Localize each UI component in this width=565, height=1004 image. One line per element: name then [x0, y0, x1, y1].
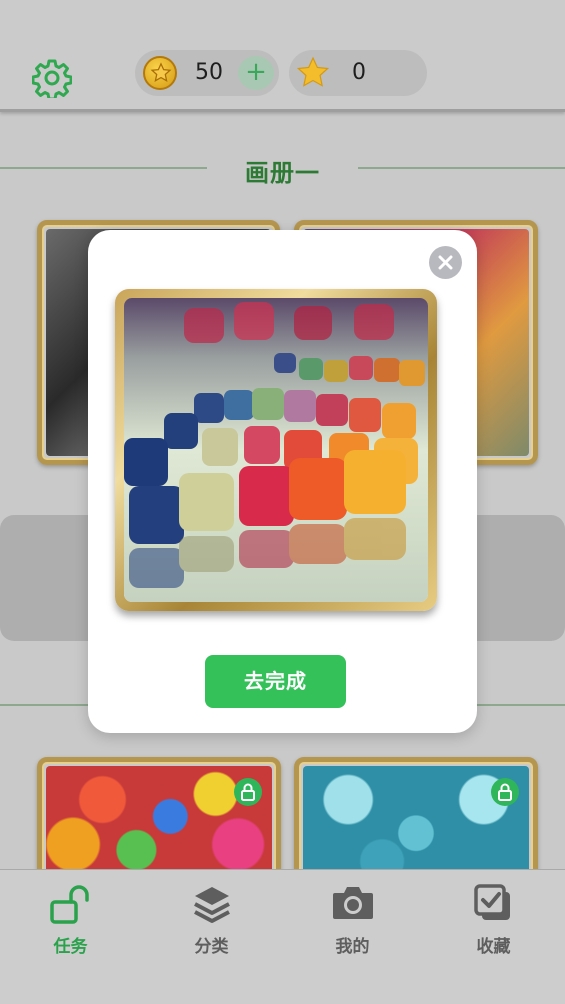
image-frame: [115, 289, 437, 611]
tab-favorites-label: 收藏: [476, 937, 511, 957]
tab-categories[interactable]: 分类: [141, 870, 282, 970]
layers-icon: [192, 884, 232, 931]
star-count: 0: [352, 60, 366, 85]
rainbow-gummy-bears-image: [124, 298, 428, 602]
star-counter: 0: [289, 50, 427, 96]
top-bar: 50 + 0: [0, 0, 565, 112]
coin-counter: 50 +: [135, 50, 279, 96]
puzzle-card-blue-gummies[interactable]: [294, 757, 538, 887]
puzzle-card-jelly-beans[interactable]: [37, 757, 281, 887]
album-title: 画册一: [245, 159, 320, 187]
tab-mine-label: 我的: [335, 937, 370, 957]
star-icon: [295, 55, 331, 96]
lock-icon: [234, 778, 262, 806]
tab-favorites[interactable]: 收藏: [423, 870, 564, 970]
go-complete-button[interactable]: 去完成: [205, 655, 346, 708]
add-coins-button[interactable]: +: [238, 56, 274, 90]
camera-icon: [331, 884, 375, 927]
task-dialog: 去完成: [88, 230, 477, 733]
close-icon[interactable]: [429, 246, 462, 279]
lock-icon: [491, 778, 519, 806]
checkbox-icon: [473, 884, 514, 929]
tab-categories-label: 分类: [194, 937, 229, 957]
bottom-nav: 任务 分类 我的 收藏: [0, 869, 565, 1004]
gear-icon[interactable]: [31, 58, 73, 101]
tab-tasks-label: 任务: [53, 937, 88, 957]
unlock-icon: [49, 884, 93, 931]
tab-mine[interactable]: 我的: [282, 870, 423, 970]
tab-tasks[interactable]: 任务: [0, 870, 141, 970]
coin-count: 50: [195, 60, 223, 85]
coin-star-icon: [143, 56, 177, 90]
